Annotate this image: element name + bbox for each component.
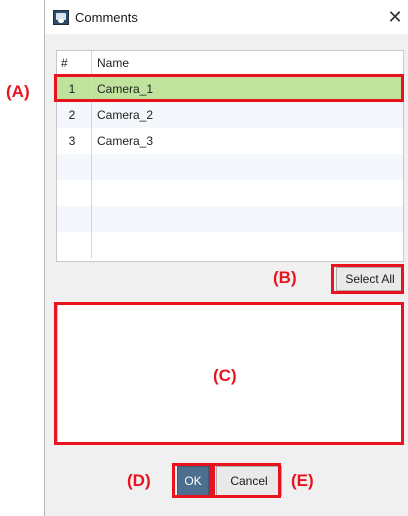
- row-number: 3: [57, 128, 92, 154]
- empty-row: [57, 206, 403, 232]
- table-row[interactable]: 1 Camera_1: [57, 76, 403, 102]
- annotation-label-b: (B): [273, 268, 297, 287]
- annotation-label-e: (E): [291, 471, 314, 490]
- empty-row: [57, 232, 403, 258]
- ok-button[interactable]: OK: [177, 466, 209, 496]
- grid-header: # Name: [57, 51, 403, 76]
- camera-app-icon: [53, 10, 69, 25]
- camera-grid: # Name 1 Camera_1 2 Camera_2 3 Camera_3: [56, 50, 404, 262]
- comments-dialog: Comments ✕ # Name 1 Camera_1 2 Camera_2 …: [44, 0, 408, 516]
- annotation-label-d: (D): [127, 471, 151, 490]
- cancel-button[interactable]: Cancel: [216, 466, 282, 496]
- empty-row: [57, 180, 403, 206]
- row-name: Camera_1: [97, 82, 154, 96]
- annotation-label-c: (C): [213, 366, 237, 385]
- table-row[interactable]: 2 Camera_2: [57, 102, 403, 128]
- select-all-button[interactable]: Select All: [336, 267, 404, 291]
- table-row[interactable]: 3 Camera_3: [57, 128, 403, 154]
- row-number: 2: [57, 102, 92, 128]
- column-header-name[interactable]: Name: [92, 51, 403, 75]
- close-button[interactable]: ✕: [383, 6, 407, 28]
- row-name: Camera_3: [97, 134, 154, 148]
- row-number: 1: [57, 76, 92, 102]
- empty-row: [57, 154, 403, 180]
- column-header-number[interactable]: #: [57, 51, 92, 75]
- title-bar: Comments ✕: [45, 0, 408, 34]
- dialog-title: Comments: [75, 10, 138, 25]
- row-name: Camera_2: [97, 108, 154, 122]
- annotation-label-a: (A): [6, 82, 30, 101]
